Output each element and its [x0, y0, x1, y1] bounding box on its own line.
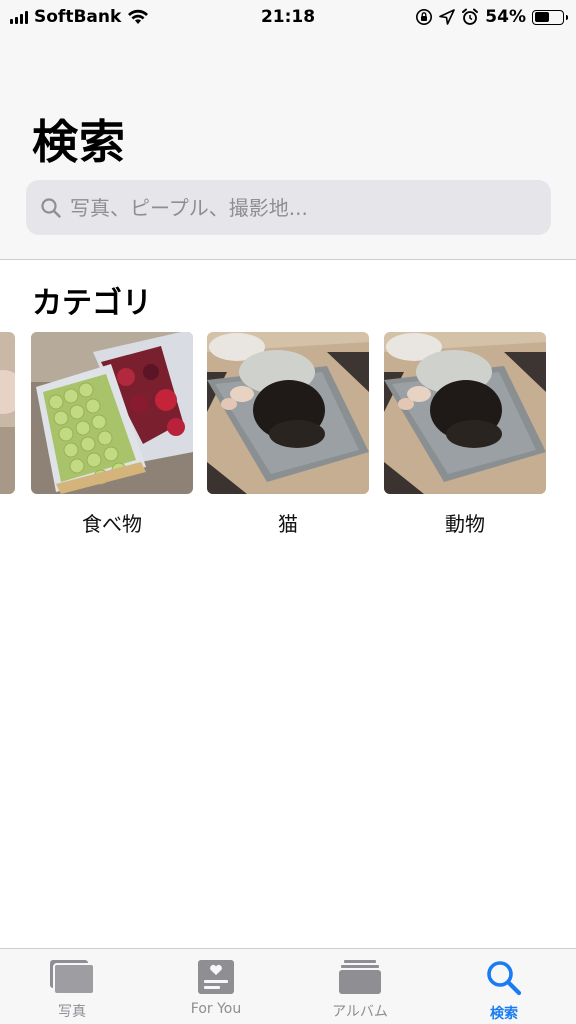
orientation-lock-icon — [416, 9, 433, 25]
tab-albums[interactable]: アルバム — [288, 949, 432, 1024]
search-icon — [41, 197, 61, 218]
signal-icon — [10, 10, 28, 24]
carrier-label: SoftBank — [34, 7, 122, 27]
for-you-icon — [198, 960, 234, 994]
tab-search[interactable]: 検索 — [432, 949, 576, 1024]
battery-percent: 54% — [485, 7, 526, 27]
alarm-icon — [462, 8, 479, 25]
tab-label-for-you: For You — [190, 1001, 242, 1017]
category-thumbnail — [0, 332, 15, 494]
tab-label-search: 検索 — [490, 1006, 518, 1022]
page-title: 検索 — [32, 115, 126, 169]
category-tile[interactable] — [0, 332, 15, 508]
category-label-animal: 動物 — [445, 512, 485, 536]
search-icon — [487, 961, 522, 996]
battery-fill — [534, 12, 550, 22]
tab-label-photos: 写真 — [58, 1004, 86, 1020]
header: 検索 — [0, 34, 576, 260]
category-tile-animal[interactable]: 動物 — [384, 332, 546, 537]
status-right: 54% — [415, 7, 568, 27]
search-input[interactable] — [70, 195, 530, 220]
category-thumbnail-cat — [207, 332, 369, 494]
category-label-cat: 猫 — [278, 512, 298, 536]
tab-label-albums: アルバム — [332, 1004, 388, 1020]
status-left: SoftBank — [10, 7, 149, 27]
category-tile-food[interactable]: 食べ物 — [31, 332, 193, 537]
tab-photos[interactable]: 写真 — [0, 949, 144, 1024]
photos-icon — [50, 960, 95, 995]
status-bar: SoftBank 21:18 54% — [0, 0, 576, 34]
location-icon — [439, 9, 456, 25]
category-thumbnail-food — [31, 332, 193, 494]
tab-bar: 写真 For You アルバム 検索 — [0, 948, 576, 1024]
tab-for-you[interactable]: For You — [144, 949, 288, 1024]
category-carousel[interactable]: 食べ物 猫 動物 — [0, 332, 576, 542]
wifi-icon — [128, 9, 149, 24]
category-tile-cat[interactable]: 猫 — [207, 332, 369, 537]
category-label-food: 食べ物 — [82, 512, 142, 536]
category-thumbnail-animal — [384, 332, 546, 494]
section-title-categories: カテゴリ — [32, 286, 152, 321]
battery-icon — [532, 9, 568, 25]
search-bar[interactable] — [26, 180, 551, 235]
albums-icon — [339, 960, 381, 994]
